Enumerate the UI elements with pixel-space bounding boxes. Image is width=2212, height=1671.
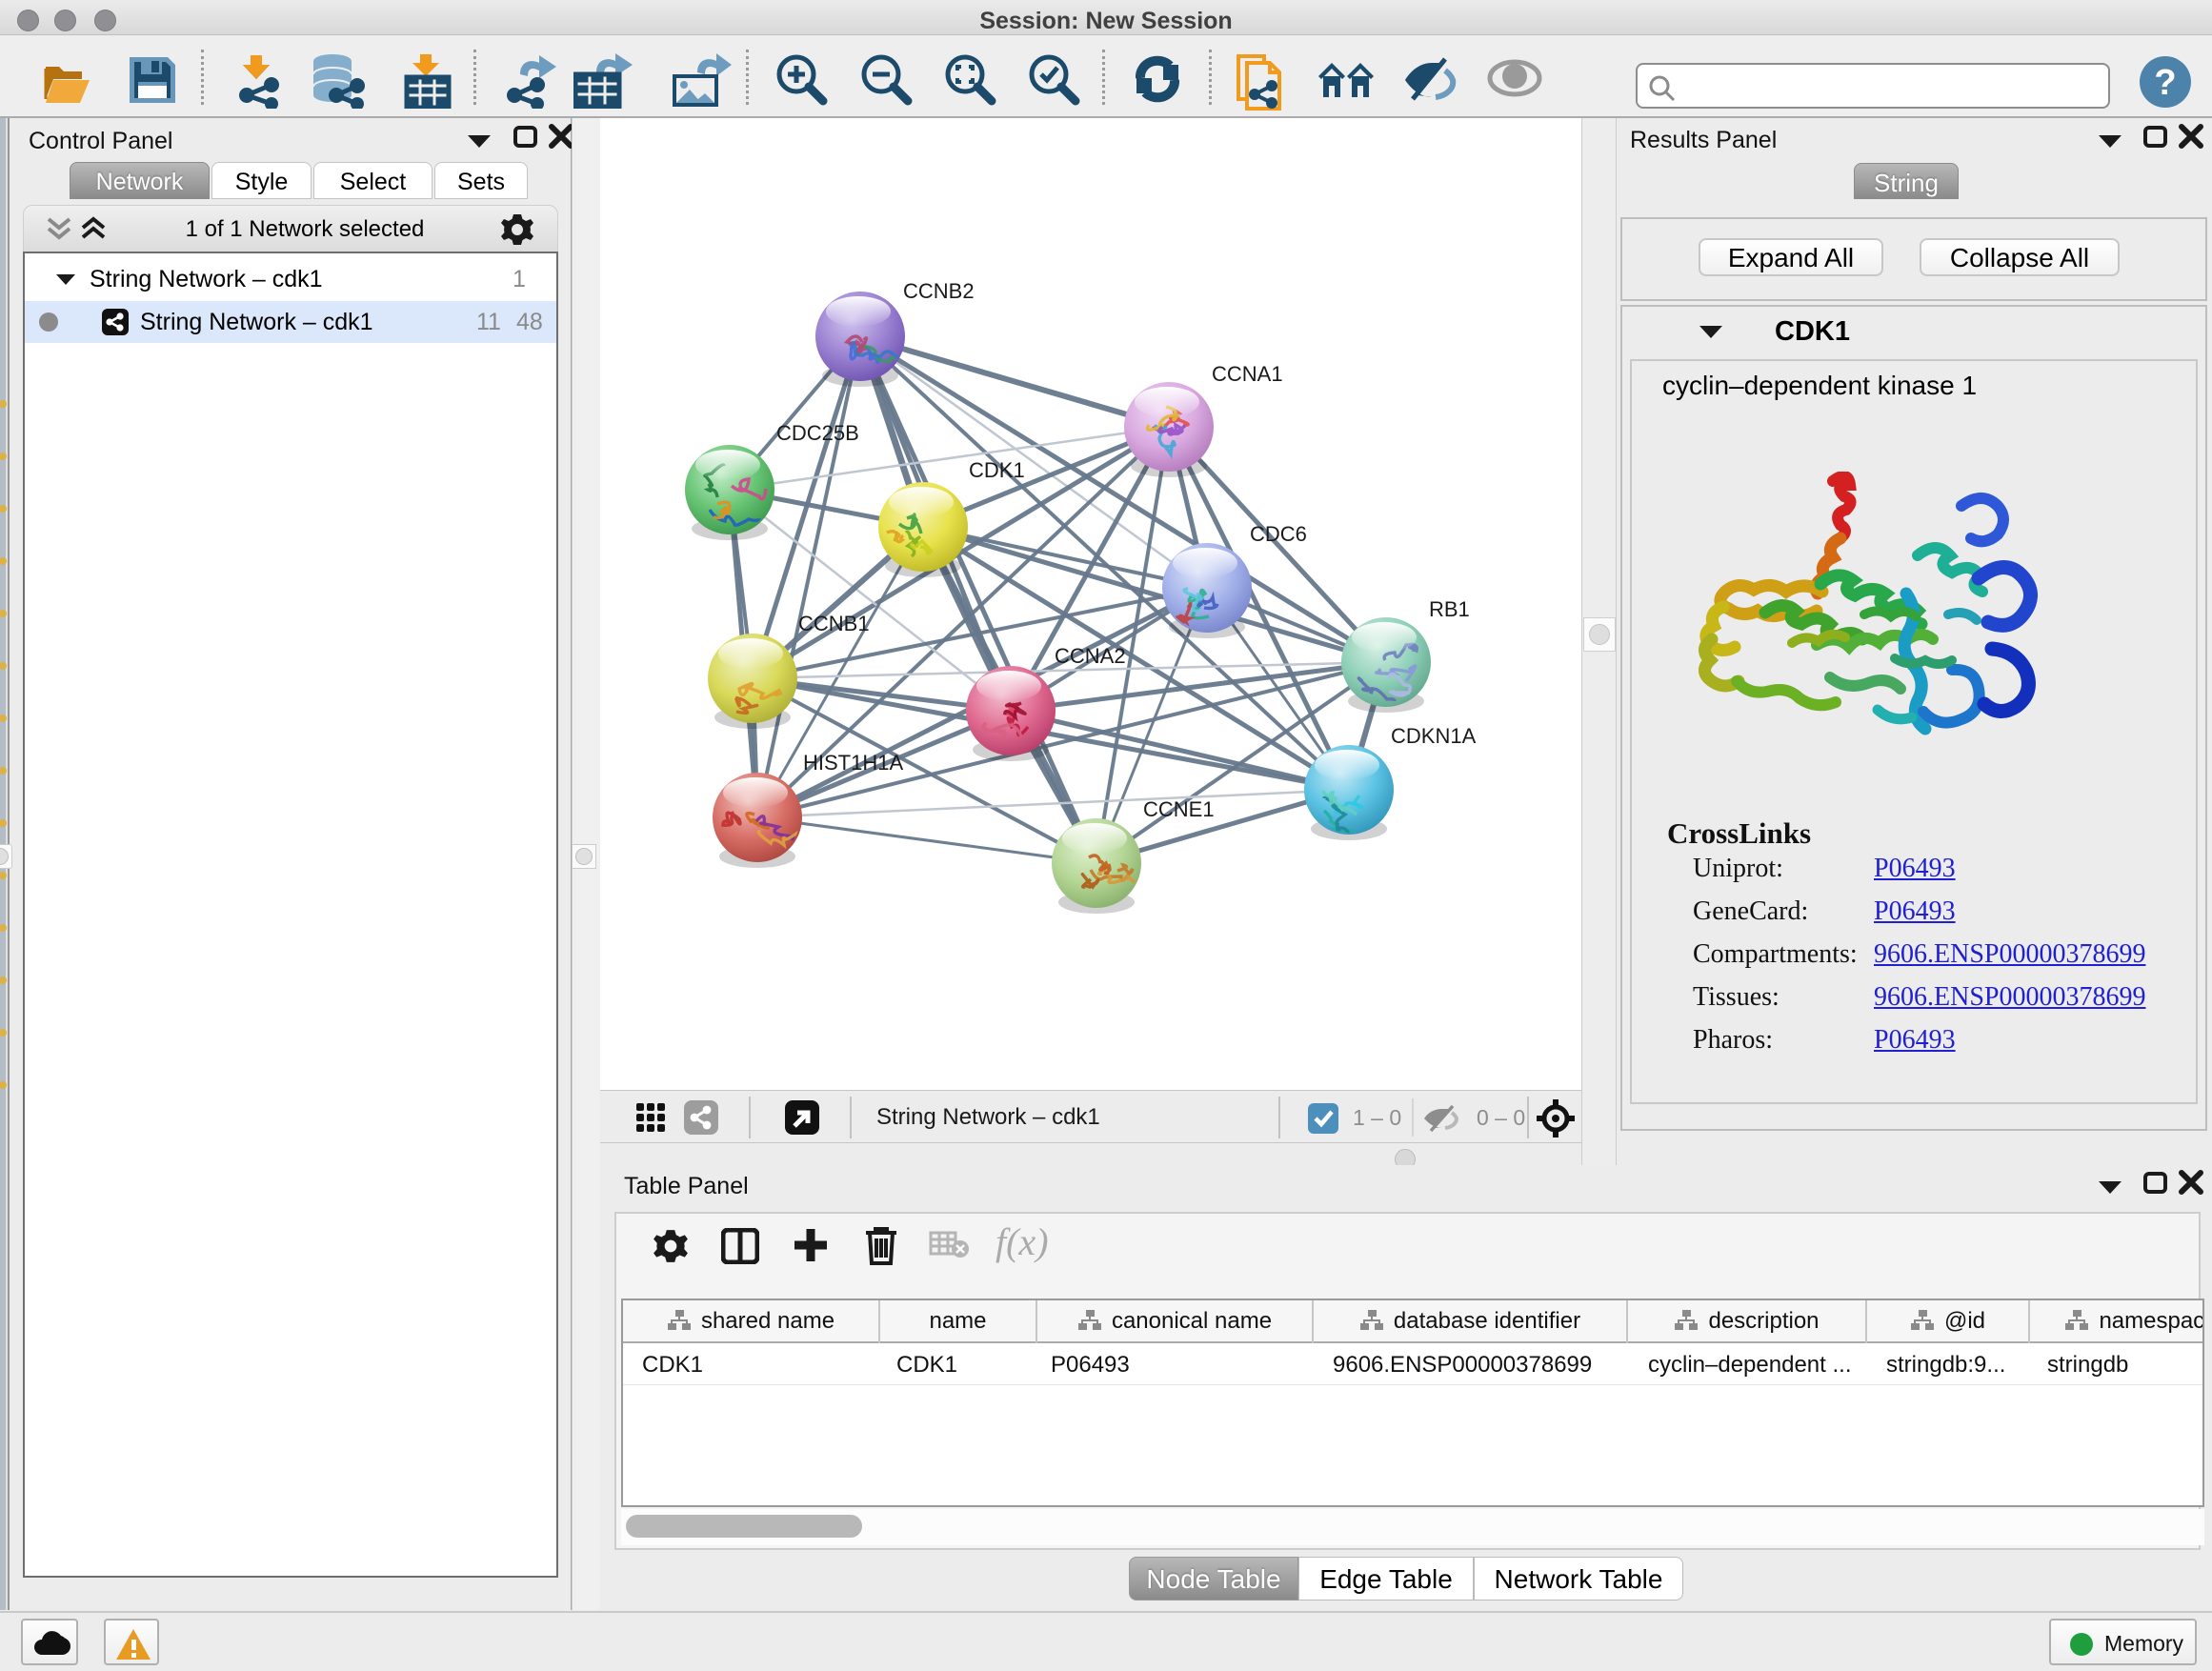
svg-text:CCNE1: CCNE1 [1143,797,1215,821]
svg-text:HIST1H1A: HIST1H1A [803,751,903,775]
svg-text:CCNB2: CCNB2 [903,279,975,303]
svg-text:?: ? [2154,63,2176,103]
svg-text:RB1: RB1 [1429,597,1470,621]
svg-text:CDC6: CDC6 [1250,522,1307,546]
svg-text:CDC25B: CDC25B [776,421,859,445]
svg-text:CDKN1A: CDKN1A [1391,724,1477,748]
svg-text:CCNB1: CCNB1 [798,612,870,635]
svg-text:CCNA1: CCNA1 [1212,362,1283,386]
svg-text:CCNA2: CCNA2 [1055,644,1126,668]
svg-text:CDK1: CDK1 [969,458,1025,482]
